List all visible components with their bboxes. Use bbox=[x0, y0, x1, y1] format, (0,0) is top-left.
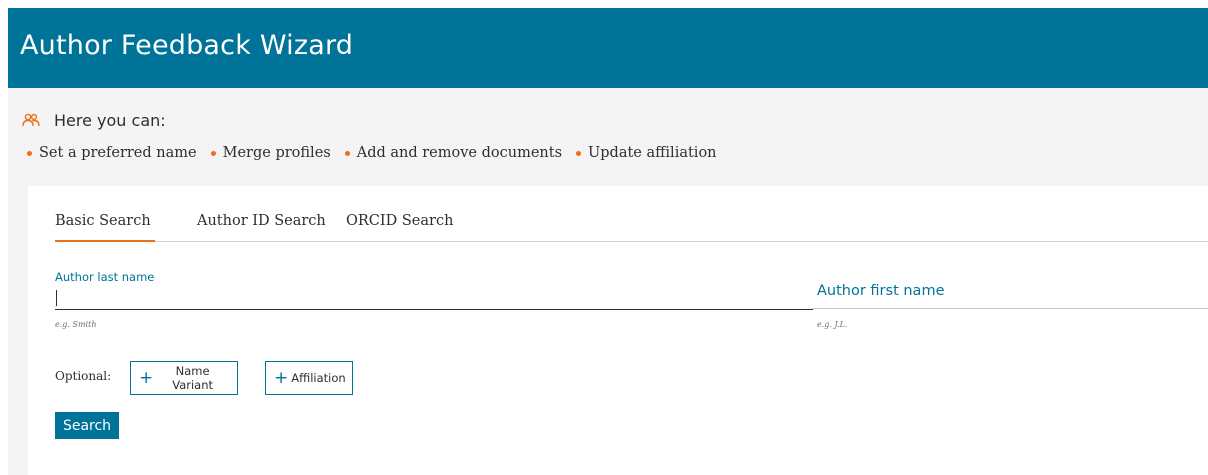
feature-text: Add and remove documents bbox=[356, 145, 563, 161]
search-tabs: Basic Search Author ID Search ORCID Sear… bbox=[55, 213, 1208, 242]
feature-item: Update affiliation bbox=[576, 145, 717, 161]
affiliation-label: Affiliation bbox=[291, 371, 346, 385]
bullet-icon bbox=[344, 150, 350, 156]
feature-text: Merge profiles bbox=[222, 145, 331, 161]
feature-item: Set a preferred name bbox=[27, 145, 197, 161]
first-name-input[interactable] bbox=[812, 287, 1208, 309]
tab-author-id-search[interactable]: Author ID Search bbox=[197, 213, 326, 242]
plus-icon: + bbox=[274, 367, 289, 388]
feature-item: Add and remove documents bbox=[344, 145, 563, 161]
last-name-input[interactable] bbox=[55, 288, 813, 310]
page-header: Author Feedback Wizard bbox=[8, 8, 1208, 88]
page-title: Author Feedback Wizard bbox=[20, 30, 354, 61]
feature-item: Merge profiles bbox=[210, 145, 331, 161]
text-cursor bbox=[56, 290, 57, 306]
feature-text: Update affiliation bbox=[588, 145, 717, 161]
optional-label: Optional: bbox=[55, 369, 112, 383]
bullet-icon bbox=[576, 150, 582, 156]
search-button[interactable]: Search bbox=[55, 412, 119, 439]
tab-orcid-search[interactable]: ORCID Search bbox=[346, 213, 453, 242]
last-name-label: Author last name bbox=[55, 270, 155, 284]
intro-heading: Here you can: bbox=[54, 111, 166, 130]
plus-icon: + bbox=[139, 367, 154, 388]
first-name-hint: e.g. J.L. bbox=[817, 320, 848, 329]
bullet-icon bbox=[27, 150, 32, 156]
users-icon bbox=[22, 113, 40, 127]
add-affiliation-button[interactable]: + Affiliation bbox=[265, 361, 353, 395]
feature-list: Set a preferred name Merge profiles Add … bbox=[27, 145, 731, 161]
add-name-variant-button[interactable]: + Name Variant bbox=[130, 361, 238, 395]
name-variant-label: Name Variant bbox=[172, 364, 214, 392]
feature-text: Set a preferred name bbox=[39, 145, 197, 161]
search-card: Basic Search Author ID Search ORCID Sear… bbox=[28, 186, 1208, 475]
last-name-hint: e.g. Smith bbox=[55, 320, 97, 329]
tab-basic-search[interactable]: Basic Search bbox=[55, 213, 155, 242]
bullet-icon bbox=[210, 150, 216, 156]
